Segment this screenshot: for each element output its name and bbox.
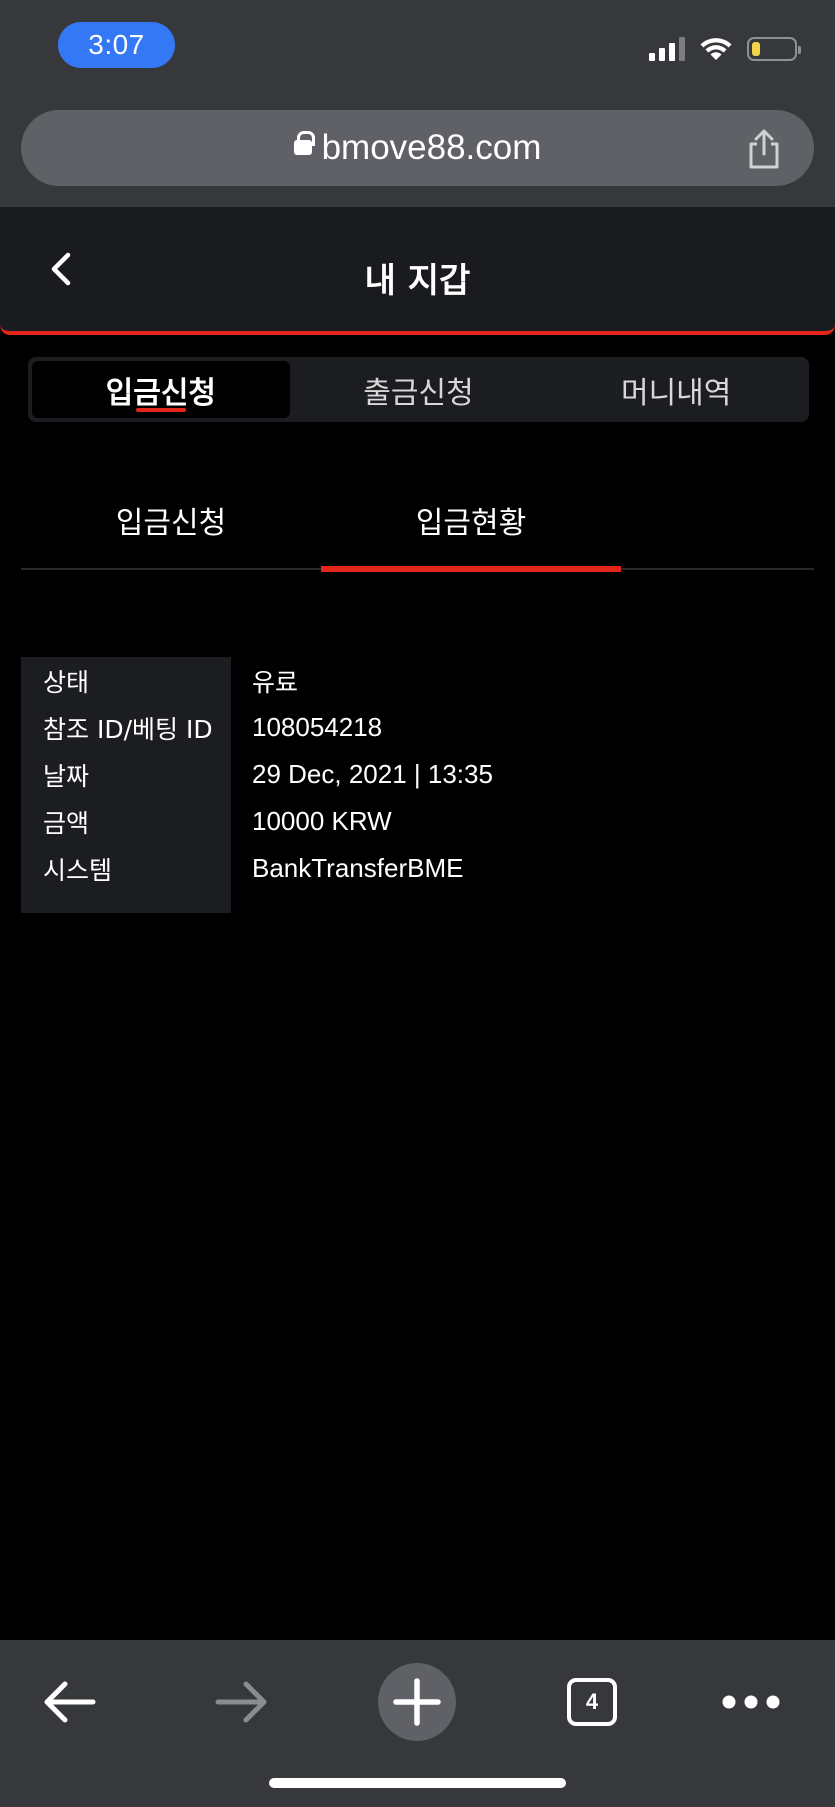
tab-deposit-request[interactable]: 입금신청 bbox=[32, 361, 290, 418]
subtab-label: 입금현황 bbox=[415, 506, 527, 541]
status-time: 3:07 bbox=[58, 22, 175, 68]
browser-chrome-top: 3:07 bmove88.com bbox=[0, 0, 835, 207]
detail-row-reference-id: 참조 ID/베팅 ID 108054218 bbox=[21, 704, 814, 751]
detail-row-amount: 금액 10000 KRW bbox=[21, 798, 814, 845]
arrow-left-icon bbox=[44, 1681, 96, 1723]
detail-value: 유료 bbox=[252, 667, 299, 697]
detail-label: 금액 bbox=[43, 808, 90, 838]
lock-icon bbox=[293, 131, 315, 162]
home-indicator bbox=[269, 1778, 566, 1788]
tab-label: 머니내역 bbox=[620, 375, 732, 411]
plus-icon bbox=[378, 1663, 456, 1741]
subtab-label: 입금신청 bbox=[115, 506, 227, 541]
cellular-signal-icon bbox=[649, 37, 685, 61]
tab-money-history[interactable]: 머니내역 bbox=[547, 361, 805, 418]
address-bar[interactable]: bmove88.com bbox=[21, 110, 814, 186]
more-button[interactable] bbox=[711, 1662, 791, 1742]
arrow-right-icon bbox=[215, 1681, 267, 1723]
battery-level bbox=[752, 42, 760, 56]
status-icons bbox=[649, 36, 801, 62]
detail-row-status: 상태 유료 bbox=[21, 657, 814, 704]
active-subtab-indicator bbox=[321, 566, 621, 572]
tabs-button[interactable]: 4 bbox=[552, 1662, 632, 1742]
detail-label: 날짜 bbox=[43, 761, 90, 791]
tab-label: 입금신청 bbox=[105, 375, 217, 411]
nav-back-button[interactable] bbox=[29, 1662, 109, 1742]
tabs-icon: 4 bbox=[567, 1678, 617, 1726]
subtab-deposit-status[interactable]: 입금현황 bbox=[321, 470, 621, 572]
detail-label: 참조 ID/베팅 ID bbox=[43, 714, 213, 744]
new-tab-button[interactable] bbox=[377, 1662, 457, 1742]
page-title: 내 지갑 bbox=[364, 261, 471, 301]
detail-row-system: 시스템 BankTransferBME bbox=[21, 845, 814, 892]
wifi-icon bbox=[700, 38, 732, 60]
url-text: bmove88.com bbox=[321, 128, 542, 167]
tab-label: 출금신청 bbox=[363, 375, 474, 411]
active-tab-indicator bbox=[135, 408, 186, 412]
detail-label: 시스템 bbox=[43, 855, 113, 885]
detail-value: 29 Dec, 2021 | 13:35 bbox=[252, 759, 493, 789]
app-header: 내 지갑 bbox=[0, 207, 835, 335]
subtab-deposit-request[interactable]: 입금신청 bbox=[21, 470, 321, 570]
detail-label: 상태 bbox=[43, 667, 90, 697]
deposit-sub-tabs: 입금신청 입금현황 bbox=[21, 470, 814, 572]
share-icon[interactable] bbox=[744, 128, 784, 170]
detail-row-date: 날짜 29 Dec, 2021 | 13:35 bbox=[21, 751, 814, 798]
more-icon bbox=[722, 1695, 780, 1709]
detail-value: BankTransferBME bbox=[252, 853, 464, 883]
nav-forward-button[interactable] bbox=[202, 1662, 282, 1742]
detail-value: 108054218 bbox=[252, 712, 383, 742]
wallet-tabs: 입금신청 출금신청 머니내역 bbox=[28, 357, 809, 422]
battery-icon bbox=[747, 37, 801, 61]
detail-value: 10000 KRW bbox=[252, 806, 392, 836]
tab-withdraw-request[interactable]: 출금신청 bbox=[290, 361, 548, 418]
